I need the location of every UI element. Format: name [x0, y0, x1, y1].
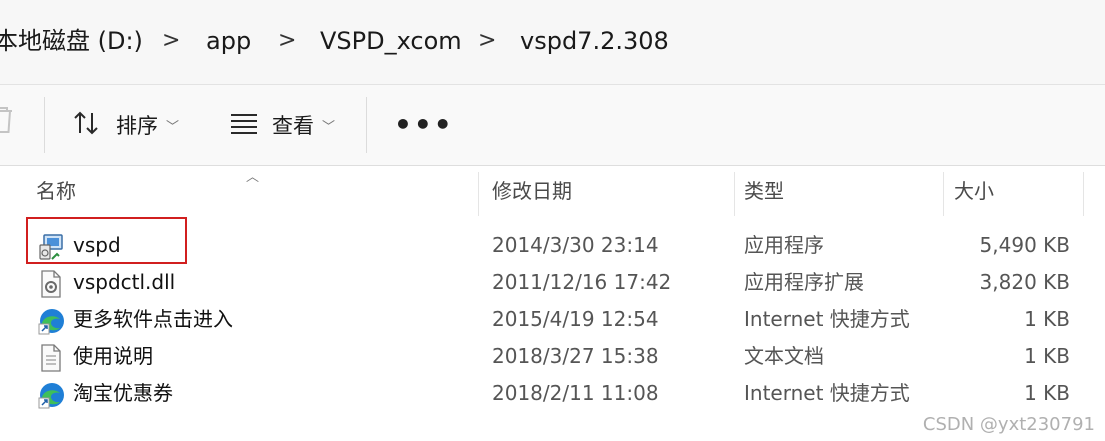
file-type: 文本文档: [744, 344, 824, 368]
view-button[interactable]: 查看 ﹀: [230, 107, 335, 143]
file-type: 应用程序扩展: [744, 270, 864, 294]
file-type: Internet 快捷方式: [744, 307, 910, 331]
sort-icon: [72, 109, 102, 142]
file-type: Internet 快捷方式: [744, 381, 910, 405]
file-modified: 2011/12/16 17:42: [492, 270, 672, 294]
command-toolbar: 排序 ﹀ 查看 ﹀ •••: [0, 85, 1105, 166]
view-label: 查看: [272, 114, 314, 138]
sort-ascending-icon: ︿: [246, 170, 260, 185]
column-header-modified[interactable]: 修改日期: [492, 174, 572, 208]
file-name: 更多软件点击进入: [73, 307, 233, 331]
file-name: vspdctl.dll: [73, 270, 176, 294]
file-modified: 2018/2/11 11:08: [492, 381, 659, 405]
sort-label: 排序: [116, 114, 158, 138]
toolbar-divider: [44, 97, 45, 153]
column-divider[interactable]: [1083, 172, 1084, 216]
column-header-size[interactable]: 大小: [954, 174, 994, 208]
edge-shortcut-icon: [38, 381, 64, 409]
column-divider[interactable]: [478, 172, 479, 216]
file-size: 1 KB: [1024, 381, 1070, 405]
file-name: 淘宝优惠券: [73, 381, 173, 405]
more-options-button[interactable]: •••: [394, 107, 454, 143]
breadcrumb-separator-3[interactable]: >: [478, 24, 496, 58]
file-size: 1 KB: [1024, 307, 1070, 331]
highlight-box: [26, 217, 187, 264]
column-divider[interactable]: [734, 172, 735, 216]
file-row[interactable]: 淘宝优惠券 2018/2/11 11:08 Internet 快捷方式 1 KB: [0, 375, 1105, 412]
breadcrumb-item-vspd-xcom[interactable]: VSPD_xcom: [320, 24, 462, 58]
file-row[interactable]: 更多软件点击进入 2015/4/19 12:54 Internet 快捷方式 1…: [0, 301, 1105, 338]
file-size: 3,820 KB: [979, 270, 1070, 294]
sort-button[interactable]: 排序 ﹀: [72, 107, 179, 143]
file-name: 使用说明: [73, 344, 153, 368]
column-header-type[interactable]: 类型: [744, 174, 784, 208]
file-modified: 2015/4/19 12:54: [492, 307, 659, 331]
breadcrumb-item-vspd7[interactable]: vspd7.2.308: [520, 24, 669, 58]
edge-shortcut-icon: [38, 307, 64, 335]
file-modified: 2018/3/27 15:38: [492, 344, 659, 368]
text-document-icon: [38, 344, 64, 372]
file-size: 1 KB: [1024, 344, 1070, 368]
chevron-down-icon: ﹀: [166, 119, 180, 135]
dll-file-icon: [38, 270, 64, 298]
file-size: 5,490 KB: [979, 233, 1070, 257]
file-type: 应用程序: [744, 233, 824, 257]
column-header-name[interactable]: 名称: [36, 174, 76, 208]
delete-icon[interactable]: [0, 105, 16, 142]
column-divider[interactable]: [943, 172, 944, 216]
address-bar: 本地磁盘 (D:) > app > VSPD_xcom > vspd7.2.30…: [0, 0, 1105, 85]
breadcrumb-separator-2[interactable]: >: [278, 24, 296, 58]
breadcrumb-item-drive[interactable]: 本地磁盘 (D:): [0, 24, 143, 58]
chevron-down-icon: ﹀: [322, 119, 336, 135]
file-modified: 2014/3/30 23:14: [492, 233, 659, 257]
breadcrumb-separator-1[interactable]: >: [162, 24, 180, 58]
watermark: CSDN @yxt230791: [922, 414, 1095, 435]
view-list-icon: [230, 111, 258, 140]
file-row[interactable]: 使用说明 2018/3/27 15:38 文本文档 1 KB: [0, 338, 1105, 375]
file-row[interactable]: vspdctl.dll 2011/12/16 17:42 应用程序扩展 3,82…: [0, 264, 1105, 301]
toolbar-divider: [366, 97, 367, 153]
breadcrumb-item-app[interactable]: app: [206, 24, 251, 58]
